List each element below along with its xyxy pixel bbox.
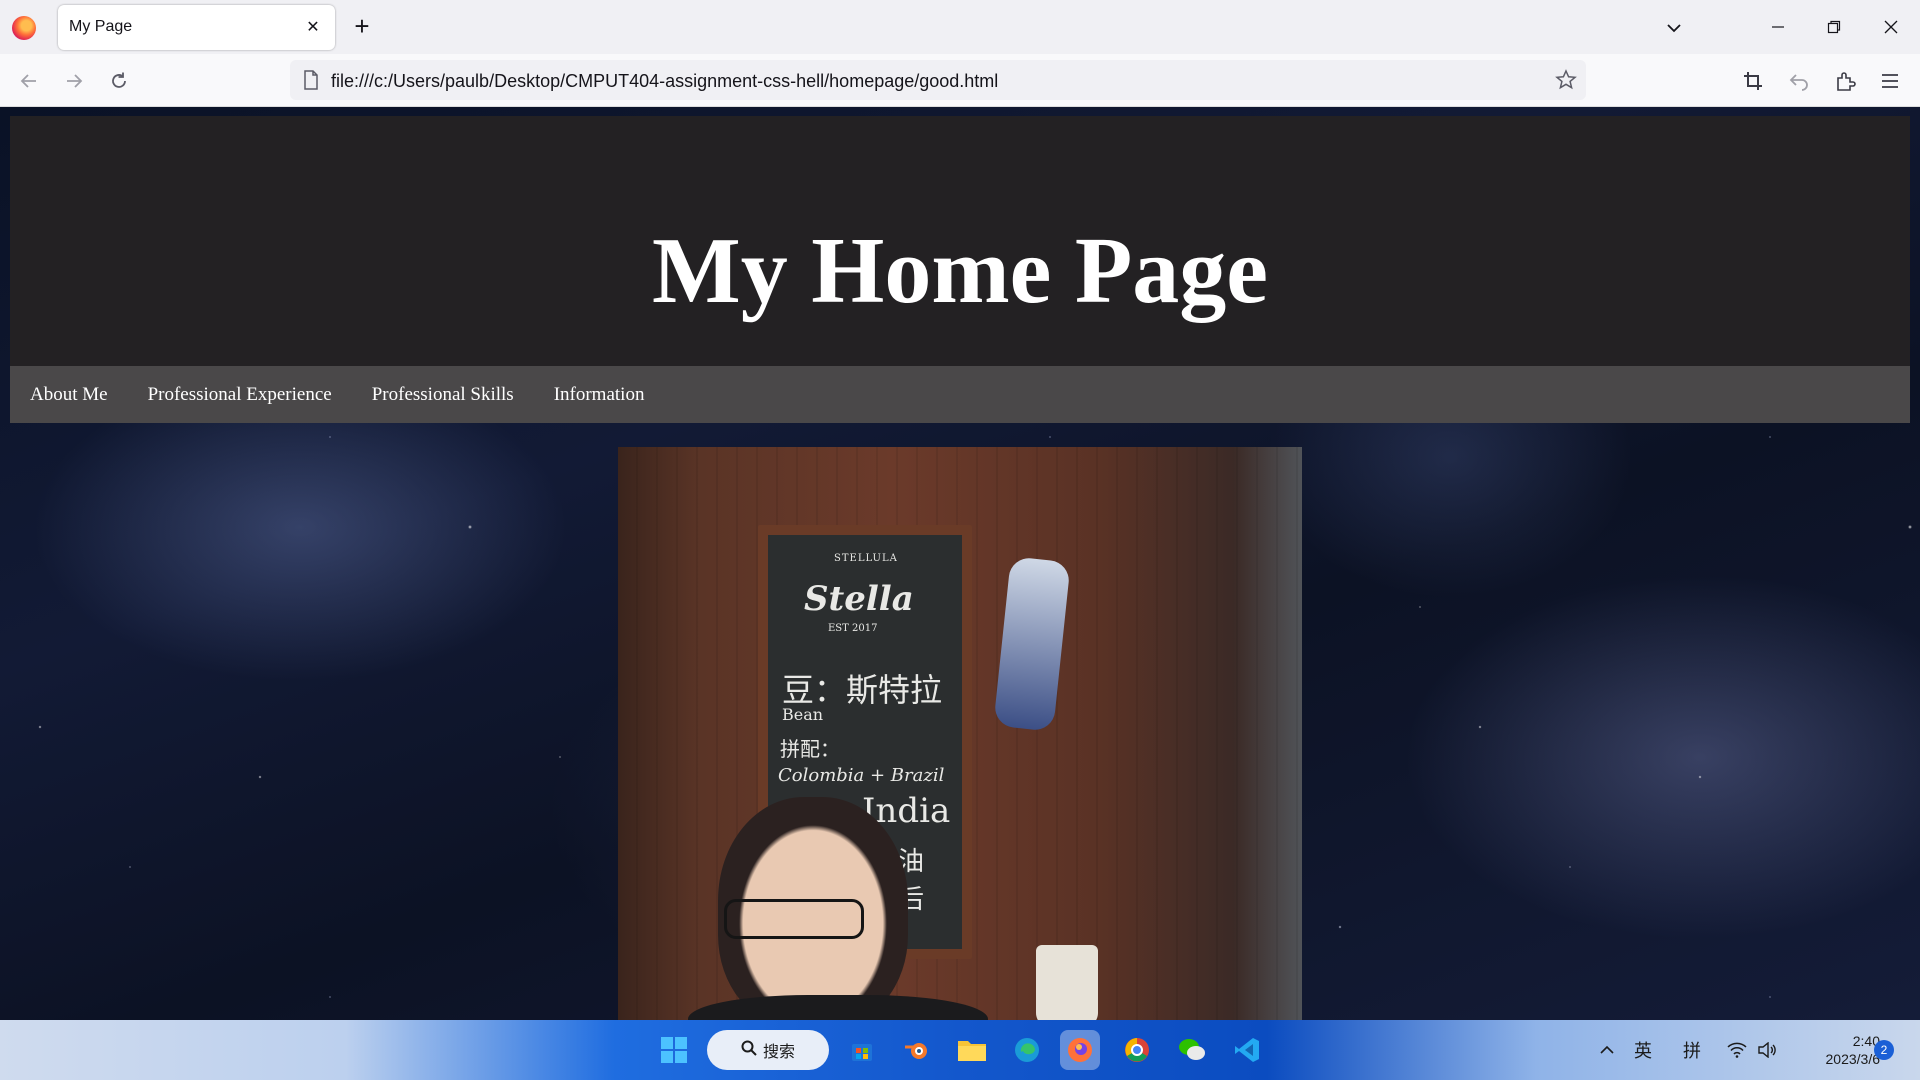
new-tab-button[interactable]: + [348,12,376,40]
menu-icon[interactable] [1873,64,1907,98]
ime-language-indicator[interactable]: 英 [1634,1020,1652,1080]
browser-tabbar: My Page ✕ + [0,0,1920,54]
taskbar-clock[interactable]: 2:40 2023/3/6 [1790,1032,1881,1068]
nav-link-professional-experience[interactable]: Professional Experience [128,384,352,406]
back-icon[interactable] [12,64,46,98]
file-explorer-icon[interactable] [952,1030,992,1070]
page-header: My Home Page [10,116,1910,366]
vscode-icon[interactable] [1227,1030,1267,1070]
page-icon [300,69,322,91]
coffee-cup [1036,945,1098,1020]
windows-start-icon[interactable] [654,1030,694,1070]
ime-mode-indicator[interactable]: 拼 [1683,1020,1701,1080]
firefox-taskbar-icon[interactable] [1060,1030,1100,1070]
url-text[interactable]: file:///c:/Users/paulb/Desktop/CMPUT404-… [331,71,998,92]
extensions-icon[interactable] [1828,64,1862,98]
page-nav: About Me Professional Experience Profess… [10,366,1910,423]
undo-icon[interactable] [1782,64,1816,98]
blender-icon[interactable] [897,1030,937,1070]
chrome-icon[interactable] [1117,1030,1157,1070]
wechat-icon[interactable] [1172,1030,1212,1070]
clock-date: 2023/3/6 [1825,1051,1881,1067]
restore-icon[interactable] [1811,8,1857,46]
store-icon[interactable] [842,1030,882,1070]
page-viewport: My Home Page About Me Professional Exper… [0,107,1920,1020]
nav-link-about-me[interactable]: About Me [10,384,128,406]
wifi-icon[interactable] [1727,1020,1747,1080]
close-tab-icon[interactable]: ✕ [301,15,325,39]
taskbar: 搜索 英 拼 2:40 2023/3/6 2 [0,1020,1920,1080]
firefox-icon[interactable] [12,16,36,40]
edge-icon[interactable] [1007,1030,1047,1070]
search-icon [741,1040,757,1061]
minimize-icon[interactable] [1755,8,1801,46]
tab-my-page[interactable]: My Page ✕ [58,5,335,50]
glasses [724,899,864,939]
profile-photo: STELLULA Stella EST 2017 豆：斯特拉 Bean 拼配： … [618,447,1302,1020]
chevron-down-icon[interactable] [1660,14,1688,42]
notification-badge[interactable]: 2 [1874,1040,1894,1060]
tab-title: My Page [69,18,133,35]
browser-toolbar: file:///c:/Users/paulb/Desktop/CMPUT404-… [0,54,1920,107]
tray-chevron-up-icon[interactable] [1598,1020,1616,1080]
url-bar[interactable]: file:///c:/Users/paulb/Desktop/CMPUT404-… [290,60,1586,100]
page-title: My Home Page [651,219,1268,323]
clock-time: 2:40 [1852,1033,1880,1049]
screenshot-icon[interactable] [1736,64,1770,98]
volume-icon[interactable] [1757,1020,1777,1080]
bookmark-star-icon[interactable] [1554,68,1578,92]
close-window-icon[interactable] [1868,8,1914,46]
forward-icon[interactable] [57,64,91,98]
search-label: 搜索 [762,1044,795,1061]
nav-link-information[interactable]: Information [534,384,665,406]
reload-icon[interactable] [102,64,136,98]
taskbar-search[interactable]: 搜索 [707,1030,829,1070]
nav-link-professional-skills[interactable]: Professional Skills [352,384,534,406]
